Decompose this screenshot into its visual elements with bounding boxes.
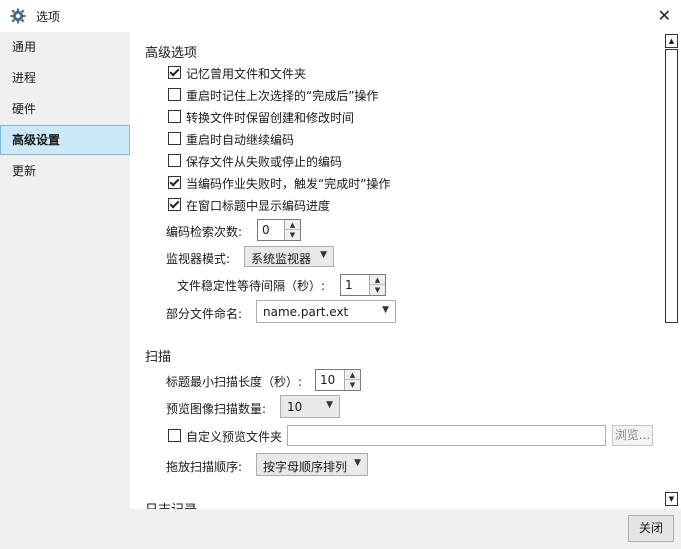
chevron-down-icon: ▼ bbox=[320, 250, 327, 260]
checkbox-custom-preview-folder[interactable] bbox=[168, 429, 181, 442]
monitor-mode-label: 监视器模式: bbox=[166, 252, 231, 266]
retry-count-value: 0 bbox=[262, 223, 270, 237]
sidebar-item-label: 进程 bbox=[12, 71, 37, 85]
checkbox-label: 重启时自动继续编码 bbox=[186, 133, 295, 147]
checkbox-remember-files[interactable] bbox=[168, 66, 181, 79]
partial-naming-value: name.part.ext bbox=[263, 305, 349, 319]
checkbox-label: 保存文件从失败或停止的编码 bbox=[186, 155, 343, 169]
monitor-mode-select[interactable]: 系统监视器 ▼ bbox=[244, 246, 334, 267]
browse-button[interactable]: 浏览... bbox=[612, 425, 653, 446]
partial-naming-select[interactable]: name.part.ext ▼ bbox=[256, 300, 396, 323]
settings-panel: 高级选项 记忆曾用文件和文件夹 重启时记住上次选择的“完成后”操作 转换文件时保… bbox=[131, 32, 663, 509]
stepper-up-icon[interactable]: ▲ bbox=[285, 220, 300, 230]
stability-interval-value: 1 bbox=[345, 278, 353, 292]
stepper-down-icon[interactable]: ▼ bbox=[345, 380, 360, 390]
sidebar: 通用 进程 硬件 高级设置 更新 bbox=[0, 32, 130, 509]
stability-interval-stepper[interactable]: 1 ▲ ▼ bbox=[340, 274, 386, 296]
chevron-down-icon: ▼ bbox=[354, 458, 361, 468]
stepper-up-icon[interactable]: ▲ bbox=[345, 370, 360, 380]
sidebar-item-advanced[interactable]: 高级设置 bbox=[0, 125, 130, 155]
sidebar-item-label: 高级设置 bbox=[12, 133, 61, 147]
min-scan-length-label: 标题最小扫描长度（秒）: bbox=[166, 375, 303, 389]
partial-naming-label: 部分文件命名: bbox=[166, 307, 243, 321]
drop-scan-order-value: 按字母顺序排列 bbox=[263, 460, 348, 474]
drop-scan-order-label: 拖放扫描顺序: bbox=[166, 460, 243, 474]
close-icon[interactable]: ✕ bbox=[658, 8, 671, 24]
sidebar-item-general[interactable]: 通用 bbox=[0, 32, 130, 62]
stepper-buttons: ▲ ▼ bbox=[284, 220, 300, 240]
checkbox-title-progress[interactable] bbox=[168, 198, 181, 211]
sidebar-item-hardware[interactable]: 硬件 bbox=[0, 94, 130, 124]
scroll-down-icon[interactable]: ▼ bbox=[665, 492, 678, 506]
monitor-mode-value: 系统监视器 bbox=[251, 252, 312, 266]
close-button[interactable]: 关闭 bbox=[628, 515, 674, 542]
checkbox-label: 重启时记住上次选择的“完成后”操作 bbox=[186, 89, 379, 103]
checkbox-auto-resume[interactable] bbox=[168, 132, 181, 145]
preview-count-select[interactable]: 10 ▼ bbox=[280, 395, 340, 418]
min-scan-length-value: 10 bbox=[320, 373, 336, 387]
custom-preview-path-input[interactable] bbox=[287, 425, 606, 446]
section-title-scan: 扫描 bbox=[145, 350, 172, 365]
sidebar-item-process[interactable]: 进程 bbox=[0, 63, 130, 93]
stepper-down-icon[interactable]: ▼ bbox=[285, 230, 300, 240]
checkbox-label: 当编码作业失败时，触发“完成时”操作 bbox=[186, 177, 391, 191]
checkbox-remember-after-action[interactable] bbox=[168, 88, 181, 101]
stepper-buttons: ▲ ▼ bbox=[369, 275, 385, 295]
stepper-buttons: ▲ ▼ bbox=[344, 370, 360, 390]
sidebar-item-label: 硬件 bbox=[12, 102, 37, 116]
sidebar-item-label: 更新 bbox=[12, 164, 37, 178]
checkbox-trigger-on-fail[interactable] bbox=[168, 176, 181, 189]
scrollbar-thumb[interactable] bbox=[665, 49, 678, 323]
checkbox-label: 记忆曾用文件和文件夹 bbox=[186, 67, 307, 81]
min-scan-length-stepper[interactable]: 10 ▲ ▼ bbox=[315, 369, 361, 391]
sidebar-item-label: 通用 bbox=[12, 40, 37, 54]
stability-interval-label: 文件稳定性等待间隔（秒）: bbox=[177, 279, 326, 293]
custom-preview-label: 自定义预览文件夹 bbox=[186, 430, 283, 444]
checkbox-keep-failed[interactable] bbox=[168, 154, 181, 167]
drop-scan-order-select[interactable]: 按字母顺序排列 ▼ bbox=[256, 453, 368, 476]
checkbox-preserve-times[interactable] bbox=[168, 110, 181, 123]
chevron-down-icon: ▼ bbox=[326, 400, 333, 410]
vertical-scrollbar[interactable]: ▲ ▼ bbox=[663, 32, 681, 509]
section-title-advanced: 高级选项 bbox=[145, 46, 198, 61]
preview-count-value: 10 bbox=[287, 400, 303, 414]
checkbox-label: 转换文件时保留创建和修改时间 bbox=[186, 111, 355, 125]
preview-count-label: 预览图像扫描数量: bbox=[166, 402, 267, 416]
gear-icon bbox=[10, 8, 26, 24]
stepper-up-icon[interactable]: ▲ bbox=[370, 275, 385, 285]
stepper-down-icon[interactable]: ▼ bbox=[370, 285, 385, 295]
checkbox-label: 在窗口标题中显示编码进度 bbox=[186, 199, 331, 213]
scroll-up-icon[interactable]: ▲ bbox=[665, 34, 678, 48]
chevron-down-icon: ▼ bbox=[382, 305, 389, 315]
retry-count-stepper[interactable]: 0 ▲ ▼ bbox=[257, 219, 301, 241]
title-bar: 选项 ✕ bbox=[0, 0, 681, 32]
window-title: 选项 bbox=[36, 10, 61, 24]
retry-count-label: 编码检索次数: bbox=[166, 225, 243, 239]
section-title-log: 日志记录 bbox=[145, 499, 197, 509]
dialog-footer bbox=[0, 509, 681, 549]
sidebar-item-update[interactable]: 更新 bbox=[0, 156, 130, 186]
